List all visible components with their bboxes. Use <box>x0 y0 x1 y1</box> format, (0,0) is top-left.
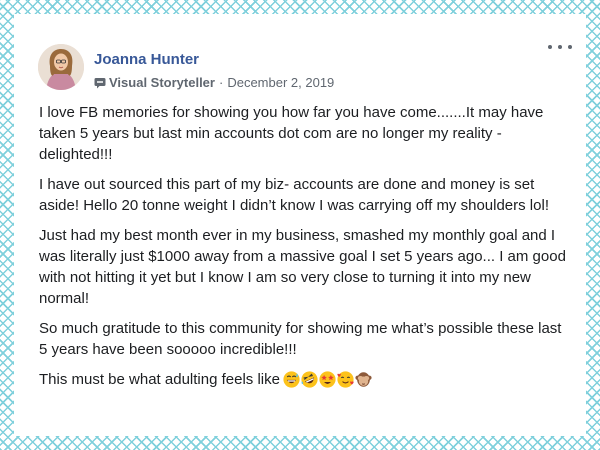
grinning-sweat-emoji <box>283 371 300 388</box>
post-paragraph: I love FB memories for showing you how f… <box>39 104 544 163</box>
woman-avatar-icon <box>38 44 84 90</box>
post-paragraph: So much gratitude to this community for … <box>39 320 562 358</box>
post-card: Joanna Hunter Visual Storyteller · Decem… <box>14 14 586 436</box>
post-date[interactable]: December 2, 2019 <box>227 75 334 90</box>
author-name[interactable]: Joanna Hunter <box>94 51 199 68</box>
emoji-group <box>283 371 372 388</box>
post-meta: Visual Storyteller · December 2, 2019 <box>94 75 334 90</box>
smiling-hearts-emoji <box>337 371 354 388</box>
more-options-icon[interactable] <box>548 40 572 54</box>
post-paragraph: I have out sourced this part of my biz- … <box>39 176 549 214</box>
storyteller-badge-icon <box>94 77 106 89</box>
see-no-evil-monkey-emoji <box>355 371 372 388</box>
post-last-line: This must be what adulting feels like <box>39 369 569 390</box>
post-header: Joanna Hunter Visual Storyteller · Decem… <box>38 44 558 92</box>
author-avatar[interactable] <box>38 44 84 90</box>
meta-separator: · <box>218 75 224 90</box>
last-line-text: This must be what adulting feels like <box>39 371 280 388</box>
badge-label[interactable]: Visual Storyteller <box>109 75 215 90</box>
rofl-emoji <box>301 371 318 388</box>
post-body: I love FB memories for showing you how f… <box>39 102 569 399</box>
star-struck-emoji <box>319 371 336 388</box>
post-paragraph: Just had my best month ever in my busine… <box>39 227 566 307</box>
